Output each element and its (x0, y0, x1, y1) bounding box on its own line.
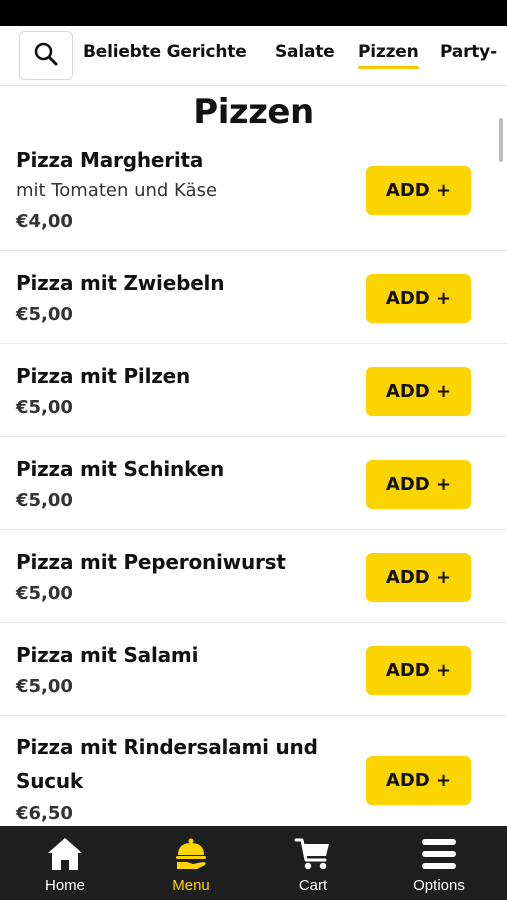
list-item: Pizza mit Peperoniwurst €5,00 ADD + (0, 530, 507, 623)
add-button[interactable]: ADD + (366, 646, 471, 695)
add-button[interactable]: ADD + (366, 460, 471, 509)
nav-options-label: Options (413, 877, 465, 894)
item-price: €5,00 (16, 397, 73, 418)
tab-party[interactable]: Party- (440, 42, 497, 62)
item-name: Pizza mit Rindersalami und Sucuk (16, 735, 318, 793)
nav-cart-label: Cart (298, 877, 328, 894)
item-name: Pizza Margherita (16, 148, 204, 172)
status-bar (0, 0, 507, 26)
category-nav: Beliebte Gerichte Salate Pizzen Party- (0, 26, 507, 86)
list-item: Pizza mit Salami €5,00 ADD + (0, 623, 507, 716)
section-title: Pizzen (193, 92, 314, 132)
search-button[interactable] (19, 31, 73, 80)
serving-cloche-icon (173, 835, 209, 873)
item-description: mit Tomaten und Käse (16, 180, 218, 201)
item-name: Pizza mit Schinken (16, 457, 225, 481)
item-name: Pizza mit Zwiebeln (16, 271, 225, 295)
home-icon (46, 835, 84, 873)
add-button[interactable]: ADD + (366, 166, 471, 215)
tab-pizzen[interactable]: Pizzen (358, 42, 419, 69)
item-price: €5,00 (16, 583, 73, 604)
list-item: Pizza mit Pilzen €5,00 ADD + (0, 344, 507, 437)
add-button[interactable]: ADD + (366, 553, 471, 602)
list-item: Pizza mit Schinken €5,00 ADD + (0, 437, 507, 530)
nav-home-label: Home (44, 877, 85, 894)
add-button[interactable]: ADD + (366, 274, 471, 323)
item-price: €5,00 (16, 676, 73, 697)
item-price: €5,00 (16, 490, 73, 511)
item-name: Pizza mit Salami (16, 643, 199, 667)
tab-salate[interactable]: Salate (275, 42, 335, 62)
item-price: €4,00 (16, 211, 73, 232)
item-price: €6,50 (16, 803, 73, 824)
nav-menu[interactable]: Menu (128, 826, 254, 900)
bottom-nav: Home Menu Cart Options (0, 826, 507, 900)
tab-beliebte-gerichte[interactable]: Beliebte Gerichte (83, 42, 247, 62)
nav-menu-label: Menu (172, 877, 210, 894)
list-item: Pizza mit Zwiebeln €5,00 ADD + (0, 251, 507, 344)
item-price: €5,00 (16, 304, 73, 325)
nav-options[interactable]: Options (376, 826, 502, 900)
menu-lines-icon (420, 835, 458, 873)
add-button[interactable]: ADD + (366, 756, 471, 805)
item-name: Pizza mit Pilzen (16, 364, 191, 388)
nav-cart[interactable]: Cart (250, 826, 376, 900)
nav-home[interactable]: Home (2, 826, 128, 900)
list-item: Pizza Margherita mit Tomaten und Käse €4… (0, 140, 507, 251)
cart-icon (294, 835, 332, 873)
item-name: Pizza mit Peperoniwurst (16, 550, 286, 574)
search-icon (33, 41, 59, 71)
add-button[interactable]: ADD + (366, 367, 471, 416)
